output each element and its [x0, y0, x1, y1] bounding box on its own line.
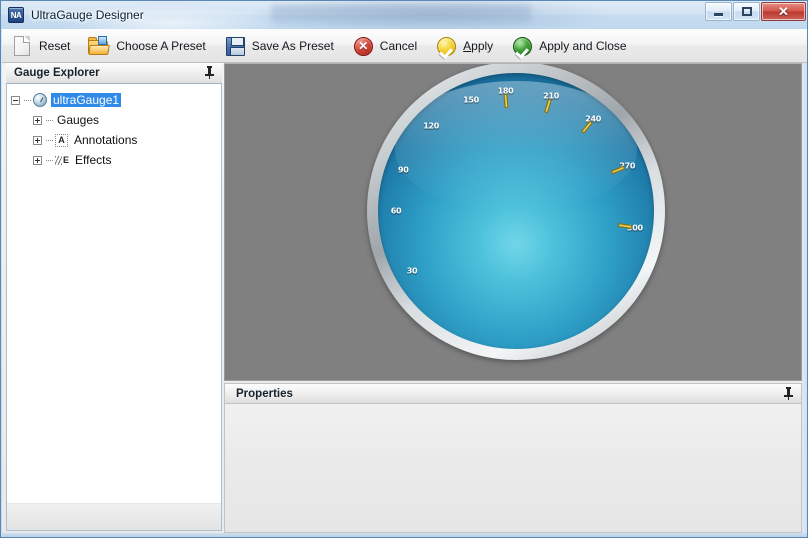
floppy-disk-icon	[224, 35, 246, 57]
restore-icon	[742, 7, 752, 16]
gauge-preview-area[interactable]: 306090120150180210240270300	[224, 63, 802, 381]
gauge-tree: ultraGauge1 Gauges A Annotations	[7, 84, 221, 170]
expand-icon[interactable]	[33, 156, 42, 165]
tree-item-label: Effects	[73, 153, 113, 167]
letter-e-effects-icon: E	[55, 156, 69, 165]
app-icon: NA	[8, 7, 24, 23]
toolbar: Reset Choose A Preset Save As Preset ✕ C…	[2, 29, 808, 63]
window-controls: ✕	[704, 2, 806, 21]
gauge-explorer-title: Gauge Explorer	[14, 67, 100, 79]
apply-and-close-button[interactable]: Apply and Close	[506, 31, 635, 61]
gauge-explorer-header: Gauge Explorer	[6, 63, 222, 83]
properties-title: Properties	[236, 388, 293, 400]
gauge-tick-mark	[618, 223, 632, 229]
tree-item-label: Annotations	[72, 133, 139, 147]
tree-connector	[46, 160, 53, 161]
apply-button[interactable]: Apply	[430, 31, 502, 61]
client-area: Gauge Explorer ultraGauge1	[2, 63, 808, 538]
tree-item-label: ultraGauge1	[51, 93, 121, 107]
cancel-button[interactable]: ✕ Cancel	[347, 31, 426, 61]
gauge-tick-mark	[504, 94, 509, 108]
properties-header: Properties	[224, 383, 802, 403]
gauge-scale-label: 60	[391, 207, 402, 216]
tree-item-ultragauge1[interactable]: ultraGauge1	[11, 90, 221, 110]
pin-icon[interactable]	[783, 387, 794, 400]
gauge-scale-label: 120	[423, 122, 439, 131]
window-title: UltraGauge Designer	[31, 8, 144, 22]
properties-grid[interactable]	[224, 403, 802, 533]
restore-button[interactable]	[733, 2, 760, 21]
pin-icon[interactable]	[204, 66, 215, 79]
close-button[interactable]: ✕	[761, 2, 806, 21]
gauge-scale-label: 30	[407, 267, 418, 276]
open-folder-icon	[88, 35, 110, 57]
reset-button-label: Reset	[39, 39, 70, 53]
red-x-circle-icon: ✕	[352, 35, 374, 57]
blank-page-icon	[11, 35, 33, 57]
tree-item-label: Gauges	[55, 113, 101, 127]
minimize-icon	[714, 13, 723, 16]
choose-a-preset-label: Choose A Preset	[116, 39, 205, 53]
right-pane: 306090120150180210240270300 Properties	[224, 63, 804, 533]
reset-button[interactable]: Reset	[6, 31, 79, 61]
tree-connector	[46, 140, 53, 141]
tree-item-effects[interactable]: E Effects	[11, 150, 221, 170]
tree-item-annotations[interactable]: A Annotations	[11, 130, 221, 150]
tree-connector	[46, 120, 53, 121]
gauge-explorer-tree-container[interactable]: ultraGauge1 Gauges A Annotations	[6, 83, 222, 531]
gauge-face: 306090120150180210240270300	[378, 73, 654, 349]
tree-item-gauges[interactable]: Gauges	[11, 110, 221, 130]
app-window: NA UltraGauge Designer ✕ Reset	[0, 0, 808, 538]
title-bar: NA UltraGauge Designer ✕	[1, 1, 808, 29]
close-icon: ✕	[778, 5, 789, 18]
gauge-scale-label: 150	[463, 95, 479, 104]
gauge-tick-mark	[611, 165, 625, 174]
apply-button-label: Apply	[463, 39, 493, 53]
yellow-check-circle-icon	[435, 35, 457, 57]
save-as-preset-button[interactable]: Save As Preset	[219, 31, 343, 61]
choose-a-preset-button[interactable]: Choose A Preset	[83, 31, 214, 61]
cancel-button-label: Cancel	[380, 39, 417, 53]
window-bottom-edge	[1, 533, 808, 537]
tree-connector	[24, 100, 31, 101]
gauge-icon	[33, 93, 47, 107]
expand-icon[interactable]	[33, 136, 42, 145]
expand-icon[interactable]	[33, 116, 42, 125]
gauge-tick-mark	[581, 120, 593, 133]
letter-a-icon: A	[55, 134, 68, 147]
gauge-explorer-panel: Gauge Explorer ultraGauge1	[6, 63, 222, 531]
green-check-circle-icon	[511, 35, 533, 57]
apply-and-close-label: Apply and Close	[539, 39, 626, 53]
gauge-scale-label: 90	[398, 165, 409, 174]
gauge-bezel: 306090120150180210240270300	[367, 63, 665, 360]
minimize-button[interactable]	[705, 2, 732, 21]
collapse-icon[interactable]	[11, 96, 20, 105]
properties-panel: Properties	[224, 383, 802, 533]
window-right-edge	[802, 63, 807, 538]
gauge-gloss-highlight	[395, 81, 638, 208]
save-as-preset-label: Save As Preset	[252, 39, 334, 53]
